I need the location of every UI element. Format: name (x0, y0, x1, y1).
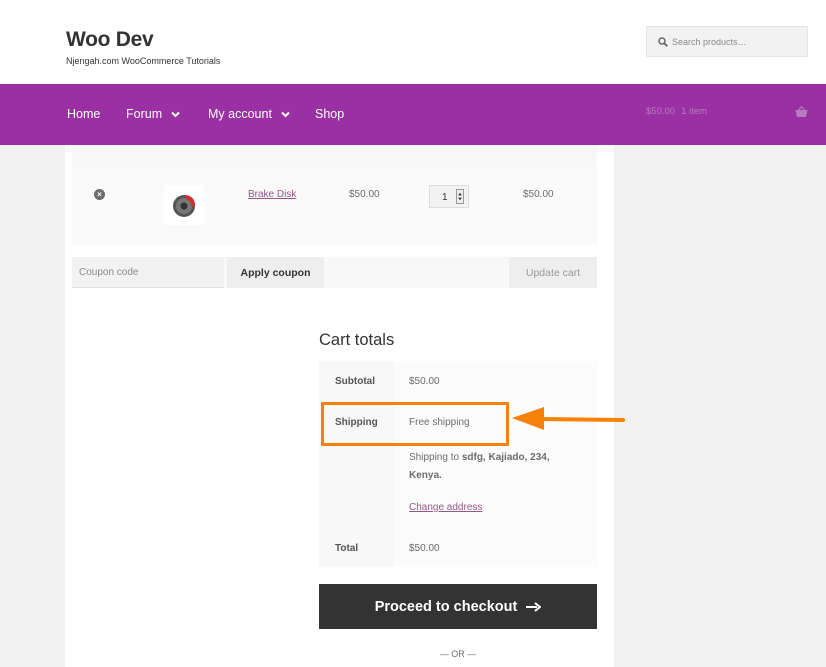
quantity-stepper[interactable]: 1 (429, 185, 469, 208)
site-title[interactable]: Woo Dev (66, 28, 154, 52)
total-label: Total (335, 543, 359, 554)
update-cart-button[interactable]: Update cart (509, 257, 597, 288)
nav-item-label: Forum (126, 107, 163, 121)
total-value: $50.00 (409, 543, 440, 554)
chevron-down-icon (281, 111, 290, 117)
shipping-to-prefix: Shipping to (409, 452, 462, 463)
cart-item-row: × Brake Disk $50.00 1 $50.00 (72, 167, 597, 245)
cart-amount: $50.00 (646, 106, 676, 117)
shipping-highlight-box (321, 402, 509, 446)
cart-totals-heading: Cart totals (319, 331, 395, 349)
nav-item-label: Home (67, 107, 101, 121)
or-separator: — OR — (439, 649, 477, 659)
remove-item-icon[interactable]: × (94, 189, 105, 200)
annotation-arrow-icon (512, 407, 625, 430)
chevron-down-icon (171, 111, 180, 117)
quantity-value: 1 (442, 192, 448, 203)
spinner-arrows-icon[interactable] (456, 189, 464, 204)
cart-actions: Apply coupon Update cart (72, 257, 597, 288)
site-header: Woo Dev Njengah.com WooCommerce Tutorial… (0, 0, 826, 84)
product-subtotal: $50.00 (523, 189, 554, 200)
cart-count: 1 item (681, 106, 707, 117)
nav-item-shop[interactable]: Shop (315, 107, 344, 121)
site-description: Njengah.com WooCommerce Tutorials (66, 56, 221, 66)
product-thumbnail[interactable] (164, 185, 204, 225)
cart-totals-table: Subtotal $50.00 Shipping Free shipping S… (319, 361, 597, 567)
proceed-to-checkout-button[interactable]: Proceed to checkout (319, 584, 597, 629)
coupon-code-input[interactable] (72, 257, 224, 288)
apply-coupon-button[interactable]: Apply coupon (227, 257, 324, 288)
nav-item-my-account[interactable]: My account (208, 107, 290, 121)
subtotal-label: Subtotal (335, 376, 375, 387)
primary-nav: Home Forum My account Shop $50.00 1 item (0, 84, 826, 145)
product-price: $50.00 (349, 189, 380, 200)
checkout-label: Proceed to checkout (374, 598, 518, 615)
change-address-link[interactable]: Change address (409, 502, 482, 513)
product-name-link[interactable]: Brake Disk (248, 189, 296, 200)
totals-label-column (319, 361, 394, 567)
search-icon (658, 37, 668, 47)
basket-icon (795, 106, 808, 117)
nav-item-forum[interactable]: Forum (126, 107, 180, 121)
nav-item-label: Shop (315, 107, 345, 121)
cart-table-header (72, 145, 597, 167)
nav-item-home[interactable]: Home (67, 107, 100, 121)
search-box[interactable] (646, 26, 808, 57)
brake-disk-image (173, 195, 196, 217)
shipping-to-suffix: . (439, 470, 442, 481)
arrow-right-icon (526, 601, 542, 612)
search-input[interactable] (672, 33, 802, 51)
header-cart-link[interactable]: $50.00 1 item (646, 106, 808, 117)
shipping-destination: Shipping to sdfg, Kajiado, 234, Kenya. (409, 449, 579, 485)
nav-item-label: My account (208, 107, 272, 121)
subtotal-value: $50.00 (409, 376, 440, 387)
